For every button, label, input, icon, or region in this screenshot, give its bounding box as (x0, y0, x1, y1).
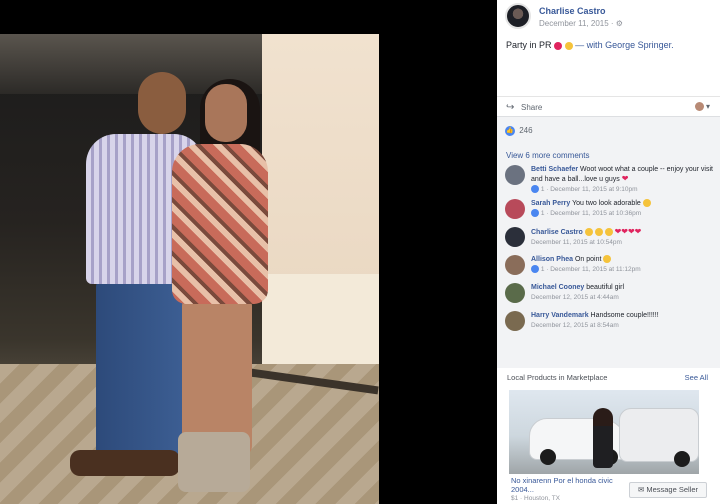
emoji-icon (603, 255, 612, 264)
post-photo[interactable] (0, 34, 379, 504)
comment-timestamp[interactable]: December 12, 2015 at 8:54am (531, 322, 619, 329)
comment-timestamp[interactable]: December 11, 2015 at 10:54pm (531, 239, 622, 246)
tagged-with[interactable]: — with George Springer. (575, 40, 674, 50)
messenger-icon: ✉ (637, 485, 645, 494)
comment-text: Handsome couple!!!!!! (590, 312, 659, 319)
commenter-avatar[interactable] (505, 283, 525, 303)
commenter-name[interactable]: Harry Vandemark (531, 312, 589, 319)
heart-emoji-icon: ❤ (621, 174, 629, 183)
author-avatar[interactable] (505, 3, 531, 29)
comment-meta: December 11, 2015 at 10:54pm (531, 238, 713, 247)
comment-text: beautiful girl (586, 284, 624, 291)
reaction-count: 246 (519, 126, 533, 136)
reaction-icon (531, 209, 539, 218)
lips-emoji-icon (554, 41, 563, 50)
commenter-name[interactable]: Michael Cooney (531, 284, 584, 291)
man-figure-shoes (70, 450, 180, 476)
listing-location: $1 · Houston, TX (511, 495, 561, 502)
post-timestamp[interactable]: December 11, 2015 · ⚙ (539, 19, 623, 28)
car-image-right (619, 408, 699, 467)
audience-selector[interactable]: ▾ (694, 102, 710, 112)
woman-figure-head (205, 84, 247, 142)
share-row: ↪ Share ▾ (497, 96, 720, 116)
emoji-icon (584, 228, 593, 237)
marketplace-module: Local Products in Marketplace See All No… (497, 368, 720, 504)
listing-person (593, 408, 613, 468)
comment-body: Allison Phea On point 1 · December 11, 2… (531, 255, 713, 274)
commenter-name[interactable]: Sarah Perry (531, 200, 570, 207)
commenter-avatar[interactable] (505, 311, 525, 331)
reaction-icon (531, 185, 539, 194)
comment-body: Sarah Perry You two look adorable 1 · De… (531, 199, 713, 218)
comment-timestamp[interactable]: 1 · December 11, 2015 at 11:12pm (541, 266, 641, 273)
comment-body: Charlise Castro ❤❤❤❤ December 11, 2015 a… (531, 227, 713, 247)
author-name[interactable]: Charlise Castro (539, 6, 606, 16)
view-more-comments-link[interactable]: View 6 more comments (506, 151, 589, 160)
commenter-avatar[interactable] (505, 255, 525, 275)
emoji-icon (594, 228, 603, 237)
smile-emoji-icon (564, 41, 573, 50)
commenter-avatar[interactable] (505, 199, 525, 219)
see-all-link[interactable]: See All (685, 373, 708, 382)
reactions-comments-area: 👍 246 View 6 more comments Betti Schaefe… (497, 116, 720, 368)
chevron-down-icon: ▾ (705, 102, 710, 111)
car-image-left (529, 418, 629, 465)
wheel (674, 451, 690, 467)
man-figure-head (138, 72, 186, 134)
comment-meta: 1 · December 11, 2015 at 10:36pm (531, 209, 713, 218)
comment-meta: 1 · December 11, 2015 at 11:12pm (531, 265, 713, 274)
commenter-avatar[interactable] (505, 165, 525, 185)
viewer-avatar (694, 102, 704, 112)
share-button[interactable]: Share (521, 103, 542, 112)
commenter-name[interactable]: Allison Phea (531, 256, 573, 263)
commenter-name[interactable]: Charlise Castro (531, 229, 583, 236)
comment-timestamp[interactable]: 1 · December 11, 2015 at 10:36pm (541, 210, 641, 217)
reaction-summary[interactable]: 👍 246 (505, 126, 533, 136)
post-text: Party in PR — with George Springer. (506, 40, 674, 50)
heart-emoji-icon: ❤❤❤❤ (614, 227, 642, 236)
comment-body: Betti Schaefer Woot woot what a couple -… (531, 165, 713, 194)
post-caption: Party in PR (506, 40, 552, 50)
commenter-avatar[interactable] (505, 227, 525, 247)
comment-timestamp[interactable]: December 12, 2015 at 4:44am (531, 294, 619, 301)
emoji-icon (642, 199, 651, 208)
share-icon[interactable]: ↪ (506, 102, 514, 113)
photo-viewer (0, 0, 497, 504)
comment-meta: 1 · December 11, 2015 at 9:10pm (531, 185, 713, 194)
like-icon: 👍 (505, 126, 515, 136)
comment-text: You two look adorable (572, 200, 641, 207)
wheel (540, 449, 556, 465)
commenter-name[interactable]: Betti Schaefer (531, 166, 578, 173)
comment-text: On point (574, 256, 602, 263)
woman-figure-dress (172, 144, 268, 304)
post-side-panel: Charlise Castro December 11, 2015 · ⚙ Pa… (497, 0, 720, 504)
comment-meta: December 12, 2015 at 8:54am (531, 321, 713, 330)
listing-image[interactable] (509, 390, 699, 474)
marketplace-title: Local Products in Marketplace (507, 373, 608, 382)
message-seller-button[interactable]: ✉ Message Seller (629, 482, 707, 498)
comment-body: Michael Cooney beautiful girl December 1… (531, 283, 713, 302)
man-figure-legs (96, 279, 188, 469)
listing-title[interactable]: No xinarenn Por el honda civic 2004... (511, 476, 621, 494)
message-seller-label: Message Seller (646, 485, 699, 494)
reaction-icon (531, 265, 539, 274)
comment-timestamp[interactable]: 1 · December 11, 2015 at 9:10pm (541, 186, 638, 193)
woman-figure-boots (178, 432, 250, 492)
comment-body: Harry Vandemark Handsome couple!!!!!! De… (531, 311, 713, 330)
comment-meta: December 12, 2015 at 4:44am (531, 293, 713, 302)
post-header: Charlise Castro December 11, 2015 · ⚙ (505, 3, 715, 35)
emoji-icon (604, 228, 613, 237)
